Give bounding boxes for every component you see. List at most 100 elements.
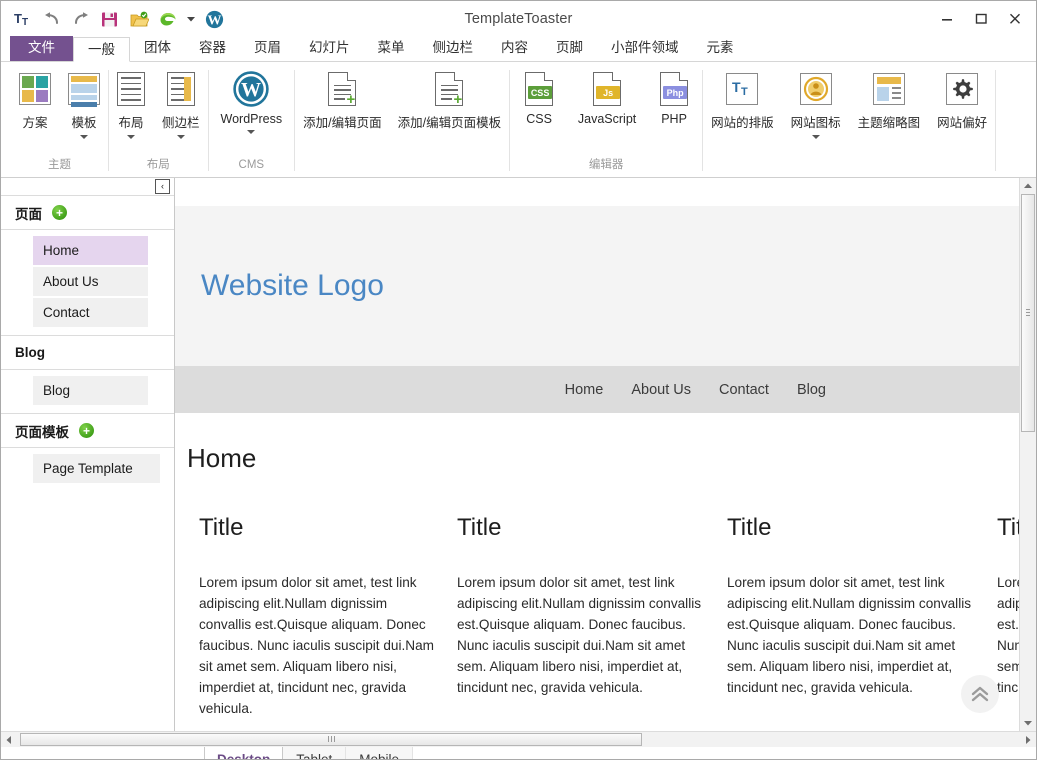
scroll-down-arrow-icon[interactable] — [1020, 715, 1036, 731]
ribbon-tab-header[interactable]: 页眉 — [240, 36, 295, 61]
section-title: 页面模板 — [15, 421, 69, 441]
browser-dropdown-caret-icon[interactable] — [186, 8, 196, 30]
device-tab-desktop[interactable]: Desktop — [204, 747, 283, 760]
content-column[interactable]: Title Lorem ipsum dolor sit amet, test l… — [997, 514, 1019, 719]
ribbon-button-site-typography[interactable]: T T 网站的排版 — [703, 68, 782, 131]
horizontal-scrollbar-track[interactable] — [17, 732, 1020, 748]
content-column[interactable]: Title Lorem ipsum dolor sit amet, test l… — [727, 514, 997, 719]
svg-text:T: T — [14, 11, 22, 26]
ribbon-tab-elements[interactable]: 元素 — [693, 36, 748, 61]
ribbon-tab-slideshow[interactable]: 幻灯片 — [295, 36, 364, 61]
browser-preview-icon[interactable] — [157, 8, 179, 30]
ribbon-tab-footer[interactable]: 页脚 — [542, 36, 597, 61]
nav-link-blog[interactable]: Blog — [797, 382, 826, 398]
scroll-up-arrow-icon[interactable] — [1020, 178, 1036, 194]
redo-icon[interactable] — [70, 8, 92, 30]
scroll-to-top-button[interactable] — [961, 675, 999, 713]
ribbon-button-theme-thumbnail[interactable]: 主题缩略图 — [850, 68, 929, 131]
template-icon — [68, 70, 100, 108]
nav-link-home[interactable]: Home — [565, 382, 604, 398]
scroll-left-arrow-icon[interactable] — [1, 732, 17, 748]
ribbon-button-add-edit-page-template[interactable]: + 添加/编辑页面模板 — [390, 68, 509, 131]
ribbon-button-color-scheme[interactable]: 方案 — [11, 68, 59, 131]
vertical-scrollbar-thumb[interactable] — [1021, 194, 1035, 432]
site-typography-icon: T T — [726, 70, 758, 108]
minimize-button[interactable] — [930, 7, 964, 31]
maximize-button[interactable] — [964, 7, 998, 31]
content-column[interactable]: Title Lorem ipsum dolor sit amet, test l… — [457, 514, 727, 719]
vertical-scrollbar[interactable] — [1019, 178, 1036, 731]
ribbon-tab-widget-area[interactable]: 小部件领域 — [597, 36, 693, 61]
ribbon-panel: 方案 模板 主题 — [1, 62, 1036, 178]
nav-link-contact[interactable]: Contact — [719, 382, 769, 398]
scrollbar-grip-icon — [1026, 309, 1030, 318]
ribbon-button-add-edit-page[interactable]: + 添加/编辑页面 — [295, 68, 389, 131]
ribbon-group-label — [295, 155, 509, 177]
ribbon-tab-body[interactable]: 团体 — [130, 36, 185, 61]
preview-site-header[interactable]: Website Logo — [175, 206, 1019, 366]
ribbon-button-php-editor[interactable]: Php PHP — [646, 68, 702, 126]
page-item-page-template[interactable]: Page Template — [33, 454, 160, 483]
ribbon-group-pages: + 添加/编辑页面 + 添加/编辑页面模板 — [295, 62, 509, 177]
chevron-down-icon[interactable] — [247, 130, 255, 134]
chevron-down-icon[interactable] — [80, 135, 88, 139]
horizontal-scrollbar[interactable] — [1, 731, 1036, 747]
ribbon-button-favicon[interactable]: 网站图标 — [783, 68, 849, 139]
ribbon-tab-content[interactable]: 内容 — [487, 36, 542, 61]
title-bar: T T — [1, 1, 1036, 37]
ribbon-tab-sidebar[interactable]: 侧边栏 — [419, 36, 488, 61]
content-column[interactable]: Title Lorem ipsum dolor sit amet, test l… — [187, 514, 457, 719]
add-page-template-button[interactable]: + — [79, 423, 94, 438]
ribbon-button-template[interactable]: 模板 — [60, 68, 108, 139]
website-logo[interactable]: Website Logo — [201, 269, 384, 303]
collapse-panel-button[interactable]: ‹ — [155, 179, 170, 194]
open-folder-icon[interactable] — [128, 8, 150, 30]
chevron-down-icon[interactable] — [127, 135, 135, 139]
panel-section-header-blog: Blog — [1, 336, 174, 370]
page-item-contact[interactable]: Contact — [33, 298, 148, 327]
typography-icon[interactable]: T T — [12, 8, 34, 30]
page-item-about-us[interactable]: About Us — [33, 267, 148, 296]
device-tab-mobile[interactable]: Mobile — [346, 747, 413, 760]
add-page-button[interactable]: + — [52, 205, 67, 220]
plus-badge-icon: + — [451, 94, 464, 107]
php-badge: Php — [663, 86, 687, 99]
add-edit-page-template-icon: + — [435, 70, 463, 108]
chevron-down-icon[interactable] — [177, 135, 185, 139]
ribbon-tab-general[interactable]: 一般 — [73, 37, 130, 62]
ribbon-button-layout[interactable]: 布局 — [109, 68, 153, 139]
wordpress-icon: W — [233, 70, 269, 108]
page-title: Home — [187, 443, 1019, 474]
close-button[interactable] — [998, 7, 1032, 31]
ribbon-tab-container[interactable]: 容器 — [185, 36, 240, 61]
ribbon-tab-file[interactable]: 文件 — [10, 36, 73, 61]
ribbon-button-javascript-editor[interactable]: Js JavaScript — [568, 68, 646, 126]
device-tab-tablet[interactable]: Tablet — [283, 747, 346, 760]
column-title: Title — [727, 514, 975, 542]
ribbon-group-label: CMS — [209, 155, 295, 177]
preview-site-nav[interactable]: Home About Us Contact Blog — [175, 366, 1019, 413]
column-title: Title — [457, 514, 705, 542]
wordpress-icon[interactable]: W — [203, 8, 225, 30]
ribbon-tab-strip: 文件 一般 团体 容器 页眉 幻灯片 菜单 侧边栏 内容 页脚 小部件领域 元素… — [1, 37, 1036, 62]
site-preferences-icon — [946, 70, 978, 108]
svg-text:T: T — [22, 17, 28, 27]
save-icon[interactable] — [99, 8, 121, 30]
ribbon-button-label: 侧边栏 — [162, 112, 200, 131]
ribbon-group-editors: CSS CSS Js JavaScript — [510, 62, 702, 177]
ribbon-button-site-preferences[interactable]: 网站偏好 — [929, 68, 995, 131]
ribbon-button-wordpress[interactable]: W WordPress — [209, 68, 295, 134]
website-preview[interactable]: Website Logo Home About Us Contact Blog … — [175, 178, 1019, 731]
ribbon-button-sidebar[interactable]: 侧边栏 — [154, 68, 208, 139]
page-item-blog[interactable]: Blog — [33, 376, 148, 405]
ribbon-tab-menu[interactable]: 菜单 — [364, 36, 419, 61]
chevron-down-icon[interactable] — [812, 135, 820, 139]
scroll-right-arrow-icon[interactable] — [1020, 732, 1036, 748]
plus-badge-icon: + — [344, 94, 357, 107]
horizontal-scrollbar-thumb[interactable] — [20, 733, 642, 746]
page-item-home[interactable]: Home — [33, 236, 148, 265]
nav-link-about-us[interactable]: About Us — [631, 382, 691, 398]
ribbon-button-css-editor[interactable]: CSS CSS — [510, 68, 568, 126]
undo-icon[interactable] — [41, 8, 63, 30]
column-title: Title — [997, 514, 1019, 542]
